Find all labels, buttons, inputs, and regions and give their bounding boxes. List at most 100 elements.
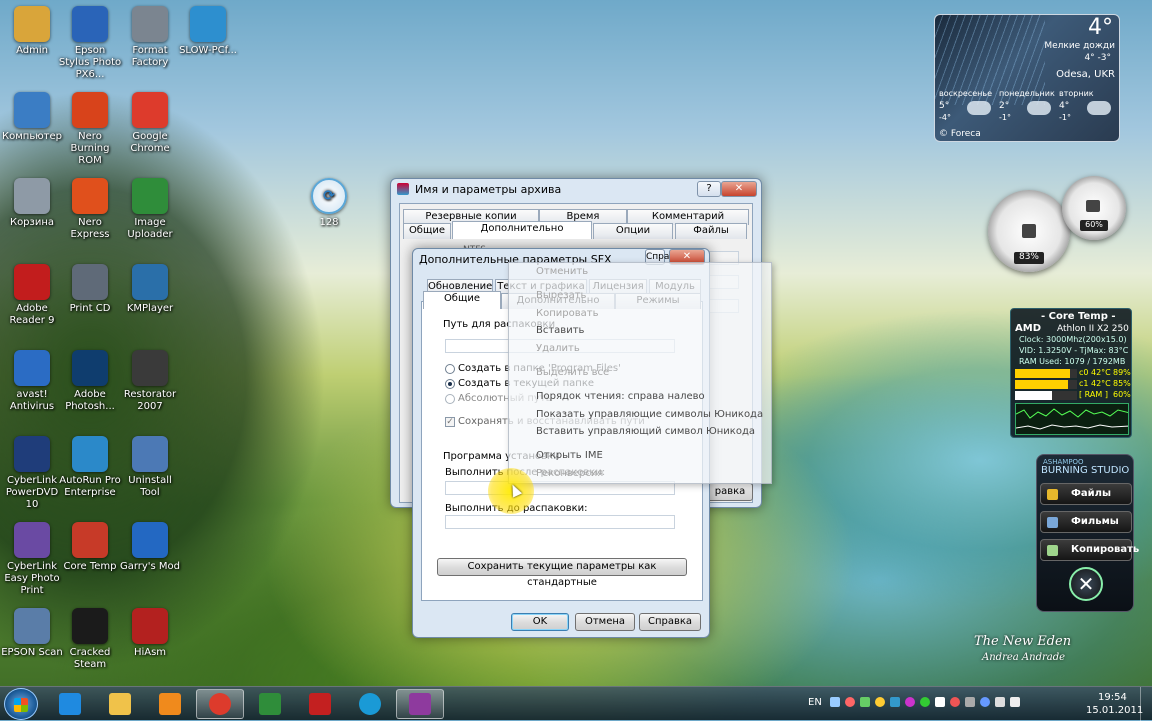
cpu-meter-gadget[interactable]: 83% [988,190,1070,272]
archive-tab[interactable]: Дополнительно [452,221,592,239]
clock-date[interactable]: 15.01.2011 [1086,705,1143,716]
taskbar-app-button[interactable] [46,689,94,719]
radio-current-folder[interactable] [445,379,455,389]
burning-button-0[interactable]: Файлы [1040,483,1132,505]
taskbar-app-button[interactable] [396,689,444,719]
desktop-icon[interactable]: Garry's Mod [118,522,182,573]
context-menu-item[interactable]: Вставить [536,325,584,336]
desktop-icon[interactable]: Uninstall Tool [118,436,182,499]
taskbar-app-button[interactable] [296,689,344,719]
check-icon: ✓ [446,417,454,427]
tray-icon-8[interactable] [935,697,945,707]
desktop-icon[interactable]: CyberLink PowerDVD 10 [0,436,64,511]
desktop-gauge-128[interactable]: ⟳ 128 [297,178,361,229]
weather-day-low: -4° [939,113,951,122]
tray-icon-1[interactable] [830,697,840,707]
desktop-icon[interactable]: Nero Burning ROM [58,92,122,167]
tray-icon-7[interactable] [920,697,930,707]
folder-user-icon [14,6,50,42]
help-button[interactable]: Справка [639,613,701,631]
desktop-icon[interactable]: Adobe Photosh... [58,350,122,413]
context-menu-item[interactable]: Реконверсия [536,468,603,479]
tray-icon-2[interactable] [845,697,855,707]
desktop-icon[interactable]: Core Temp [58,522,122,573]
weather-gadget[interactable]: 4° Мелкие дожди 4° -3° Odesa, UKR воскре… [934,14,1120,142]
context-menu-item[interactable]: Показать управляющие символы Юникода [536,409,763,420]
tray-icon-5[interactable] [890,697,900,707]
gmod-icon [132,522,168,558]
network-icon[interactable] [995,697,1005,707]
desktop-icon[interactable]: Admin [0,6,64,57]
language-indicator[interactable]: EN [808,697,822,708]
core-temp-gadget[interactable]: - Core Temp - AMD Athlon II X2 250 Clock… [1010,308,1132,438]
archive-tab[interactable]: Опции [593,223,673,239]
radio-absolute-path[interactable] [445,394,455,404]
desktop-icon[interactable]: HiAsm [118,608,182,659]
desktop-icon[interactable]: Компьютер [0,92,64,143]
skype-icon [359,693,381,715]
archive-tab[interactable]: Общие [403,223,451,239]
weather-source: © Foreca [939,129,981,139]
desktop-icon[interactable]: avast! Antivirus [0,350,64,413]
core-label: [ RAM ] [1079,390,1108,399]
archive-help-button[interactable]: ? [697,181,721,197]
desktop-icon[interactable]: Print CD [58,264,122,315]
save-default-button[interactable]: Сохранить текущие параметры как стандарт… [437,558,687,588]
archive-help-bottom-button[interactable]: равка [707,483,753,501]
ok-button[interactable]: OK [511,613,569,631]
taskbar-app-button[interactable] [96,689,144,719]
desktop-icon[interactable]: KMPlayer [118,264,182,315]
desktop-icon[interactable]: Google Chrome [118,92,182,155]
context-menu-item[interactable]: Отменить [536,266,588,277]
desktop-icon[interactable]: EPSON Scan [0,608,64,659]
desktop-icon[interactable]: Cracked Steam [58,608,122,671]
desktop-icon-label: Core Temp [63,561,117,572]
context-menu-item[interactable]: Удалить [536,343,580,354]
context-menu-item[interactable]: Выделить все [536,367,609,378]
desktop-icon[interactable]: AutoRun Pro Enterprise [58,436,122,499]
desktop-icon[interactable]: Format Factory [118,6,182,69]
desktop-icon[interactable]: Restorator 2007 [118,350,182,413]
load-bar [1015,369,1077,378]
volume-icon[interactable] [1010,697,1020,707]
context-menu-item[interactable]: Вставить управляющий символ Юникода [536,426,755,437]
tray-icon-6[interactable] [905,697,915,707]
burning-button-2[interactable]: Копировать [1040,539,1139,561]
start-button[interactable] [4,688,38,720]
desktop-icon[interactable]: Epson Stylus Photo PX6... [58,6,122,81]
desktop-icon[interactable]: Adobe Reader 9 [0,264,64,327]
before-unpack-input[interactable] [445,515,675,529]
radio-program-files[interactable] [445,364,455,374]
archive-close-button[interactable]: ✕ [721,181,757,197]
sfx-tab[interactable]: Общие [423,291,501,309]
clock-time[interactable]: 19:54 [1098,692,1127,703]
context-menu-item[interactable]: Открыть IME [536,450,603,461]
taskbar-app-button[interactable] [196,689,244,719]
context-menu-item[interactable]: Копировать [536,308,598,319]
taskbar-app-button[interactable] [146,689,194,719]
tray-icon-4[interactable] [875,697,885,707]
tray-icon-11[interactable] [980,697,990,707]
load-bar-fill [1015,391,1053,400]
tray-icon-10[interactable] [965,697,975,707]
context-menu-item[interactable]: Порядок чтения: справа налево [536,391,705,402]
desktop-icon[interactable]: Image Uploader [118,178,182,241]
archive-tab[interactable]: Файлы [675,223,747,239]
cancel-button[interactable]: Отмена [575,613,635,631]
taskbar-app-button[interactable] [246,689,294,719]
tray-icon-9[interactable] [950,697,960,707]
ram-meter-gadget[interactable]: 60% [1062,176,1126,240]
save-paths-checkbox[interactable]: ✓ [445,417,455,427]
show-desktop-button[interactable] [1140,687,1152,721]
desktop-icon[interactable]: CyberLink Easy Photo Print [0,522,64,597]
taskbar-app-button[interactable] [346,689,394,719]
tray-icon-3[interactable] [860,697,870,707]
desktop-icon[interactable]: Корзина [0,178,64,229]
desktop-icon[interactable]: Nero Express [58,178,122,241]
pdf-icon [14,264,50,300]
weather-day-low: -1° [999,113,1011,122]
desktop-icon[interactable]: SLOW-PCf... [176,6,240,57]
burning-logo-icon: ✕ [1069,567,1103,601]
burning-button-1[interactable]: Фильмы [1040,511,1132,533]
context-menu-item[interactable]: Вырезать [536,290,586,301]
